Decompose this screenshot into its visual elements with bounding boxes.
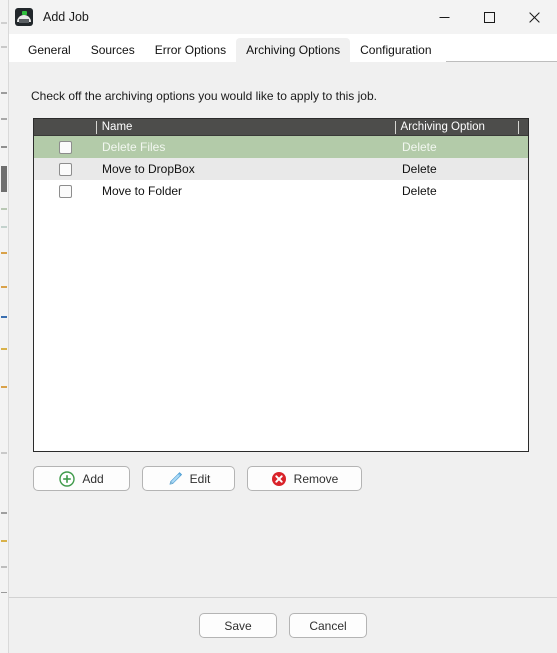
app-archiver-icon <box>15 8 33 26</box>
tab-strip-background: General Sources Error Options Archiving … <box>9 34 557 62</box>
tab-error-options[interactable]: Error Options <box>145 38 236 62</box>
row-checkbox[interactable] <box>58 140 72 154</box>
list-action-buttons: Add Edit Remove <box>33 466 362 491</box>
row-name: Move to DropBox <box>102 162 195 176</box>
remove-button[interactable]: Remove <box>247 466 362 491</box>
row-archiving-option: Delete <box>402 162 437 176</box>
column-divider[interactable] <box>394 120 396 134</box>
title-bar[interactable]: Add Job <box>9 0 557 34</box>
column-header-name[interactable]: Name <box>95 119 395 136</box>
row-name: Delete Files <box>102 140 166 154</box>
minimize-icon[interactable] <box>422 0 467 34</box>
column-header-archiving-option[interactable]: Archiving Option <box>394 119 519 136</box>
window-title: Add Job <box>43 10 89 24</box>
row-checkbox[interactable] <box>58 162 72 176</box>
row-archiving-option: Delete <box>402 140 437 154</box>
close-icon[interactable] <box>512 0 557 34</box>
tab-configuration[interactable]: Configuration <box>350 38 441 62</box>
row-name: Move to Folder <box>102 184 183 198</box>
table-row[interactable]: Move to DropBox Delete <box>34 158 528 180</box>
remove-button-label: Remove <box>293 471 339 486</box>
maximize-icon[interactable] <box>467 0 512 34</box>
tab-strip: General Sources Error Options Archiving … <box>18 34 557 62</box>
dialog-footer: Save Cancel <box>9 597 557 653</box>
column-divider[interactable] <box>95 120 97 134</box>
cancel-button[interactable]: Cancel <box>289 613 367 638</box>
row-checkbox[interactable] <box>58 184 72 198</box>
edit-button[interactable]: Edit <box>142 466 235 491</box>
tab-sources[interactable]: Sources <box>81 38 145 62</box>
column-header-checkbox[interactable] <box>34 119 96 136</box>
pencil-icon <box>169 471 182 485</box>
archiving-options-list[interactable]: Name Archiving Option Delete Files Delet… <box>33 118 529 452</box>
instruction-text: Check off the archiving options you woul… <box>31 89 377 103</box>
row-archiving-option: Delete <box>402 184 437 198</box>
background-window-edge <box>0 0 9 653</box>
plus-circle-icon <box>59 470 76 487</box>
add-button[interactable]: Add <box>33 466 130 491</box>
add-job-dialog: Add Job General Sources Error Options Ar… <box>9 0 557 653</box>
column-header-end[interactable] <box>518 119 528 136</box>
tab-general[interactable]: General <box>18 38 81 62</box>
table-row[interactable]: Delete Files Delete <box>34 136 528 158</box>
row-checkbox-cell[interactable] <box>34 140 96 154</box>
column-divider[interactable] <box>518 120 520 134</box>
archiving-options-panel: Check off the archiving options you woul… <box>9 62 557 597</box>
table-row[interactable]: Move to Folder Delete <box>34 180 528 202</box>
edit-button-label: Edit <box>189 471 211 486</box>
save-button[interactable]: Save <box>199 613 277 638</box>
add-button-label: Add <box>82 471 104 486</box>
window-controls <box>422 0 557 34</box>
tab-archiving-options[interactable]: Archiving Options <box>236 38 351 62</box>
tab-strip-filler <box>445 38 557 62</box>
row-checkbox-cell[interactable] <box>34 184 96 198</box>
row-checkbox-cell[interactable] <box>34 162 96 176</box>
x-circle-icon <box>271 471 286 486</box>
list-header: Name Archiving Option <box>34 119 528 136</box>
